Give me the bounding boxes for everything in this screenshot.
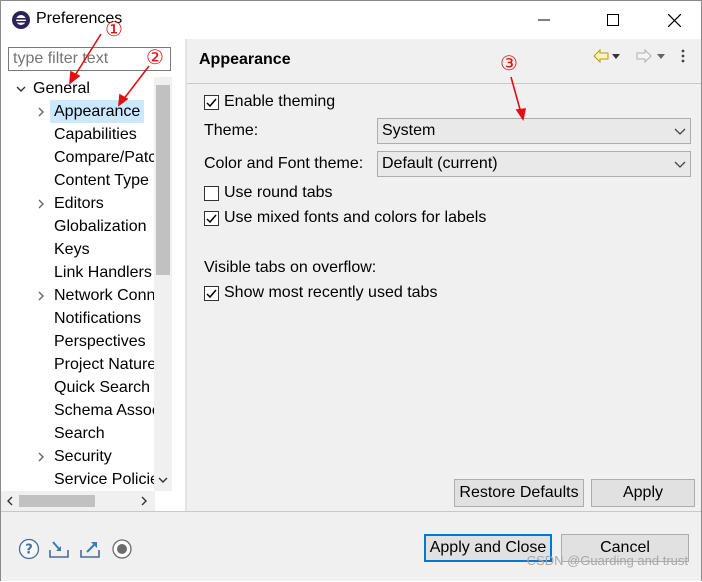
annotation-arrow-2	[122, 65, 150, 101]
preferences-window: Preferences General AppearanceCapabiliti…	[0, 0, 702, 581]
annotation-arrowhead-1	[69, 70, 81, 85]
annotation-arrow-3	[510, 76, 522, 114]
annotation-arrows	[69, 33, 527, 122]
annotation-arrow-1	[73, 33, 102, 78]
annotation-arrowhead-3	[515, 108, 527, 122]
watermark: CSDN @Guarding and trust	[526, 553, 688, 568]
annotation-marker-3: ③	[500, 53, 518, 75]
annotation-marker-2: ②	[146, 47, 164, 69]
annotation-marker-1: ①	[105, 19, 123, 41]
